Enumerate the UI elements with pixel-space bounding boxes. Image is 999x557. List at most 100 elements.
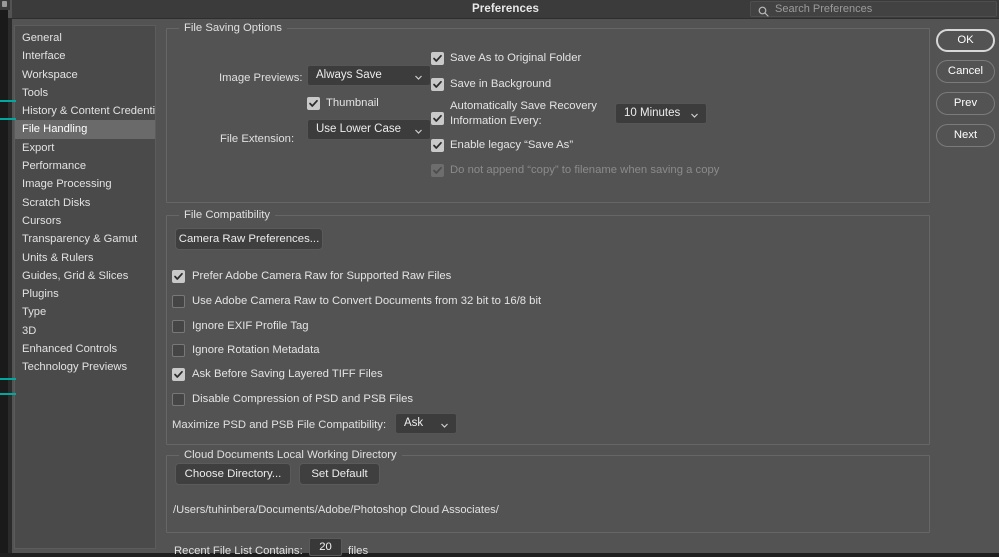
- checkbox-no-copy-suffix: [431, 164, 444, 177]
- camera-raw-preferences-button[interactable]: Camera Raw Preferences...: [175, 228, 323, 250]
- label-ignore-exif: Ignore EXIF Profile Tag: [192, 320, 309, 333]
- checkbox-enable-legacy-save-as[interactable]: [431, 139, 444, 152]
- dialog-actions: OK Cancel Prev Next: [934, 20, 999, 553]
- search-icon: [758, 4, 769, 15]
- checkbox-thumbnail[interactable]: [307, 97, 320, 110]
- label-recent-file-list: Recent File List Contains:: [174, 545, 303, 557]
- checkbox-save-in-background[interactable]: [431, 78, 444, 91]
- checkbox-save-as-original-folder[interactable]: [431, 52, 444, 65]
- checkbox-prefer-camera-raw[interactable]: [172, 270, 185, 283]
- sidebar-item-transparency-gamut[interactable]: Transparency & Gamut: [15, 230, 155, 248]
- label-image-previews: Image Previews:: [219, 72, 303, 84]
- next-button[interactable]: Next: [936, 124, 995, 147]
- label-ignore-rotation: Ignore Rotation Metadata: [192, 344, 320, 357]
- label-save-in-background: Save in Background: [450, 78, 551, 91]
- sidebar-item-label: Interface: [22, 50, 66, 62]
- category-items: General Interface Workspace Tools History & …: [15, 26, 155, 377]
- sidebar-item-label: Workspace: [22, 69, 78, 81]
- sidebar-item-label: Guides, Grid & Slices: [22, 270, 128, 282]
- label-disable-compression: Disable Compression of PSD and PSB Files: [192, 393, 413, 406]
- checkbox-autosave-recovery[interactable]: [431, 112, 444, 125]
- select-image-previews[interactable]: Always Save: [307, 65, 431, 86]
- sidebar-item-enhanced-controls[interactable]: Enhanced Controls: [15, 340, 155, 358]
- sidebar-item-image-processing[interactable]: Image Processing: [15, 175, 155, 193]
- checkbox-convert-32bit[interactable]: [172, 295, 185, 308]
- cloud-working-directory-path: /Users/tuhinbera/Documents/Adobe/Photosh…: [173, 504, 499, 516]
- sidebar-item-history-content-credentials[interactable]: History & Content Credentials: [15, 102, 155, 120]
- sidebar-item-label: Export: [22, 142, 54, 154]
- label-autosave-recovery-line1: Automatically Save Recovery: [450, 99, 597, 113]
- checkbox-ask-layered-tiff[interactable]: [172, 368, 185, 381]
- app-edge-strip-inner: [8, 18, 12, 553]
- preferences-content: File Saving Options Image Previews: Alwa…: [162, 20, 934, 553]
- sidebar-item-label: Transparency & Gamut: [22, 233, 137, 245]
- app-edge-strip: [0, 0, 8, 553]
- select-maximize-compatibility[interactable]: Ask: [395, 413, 457, 434]
- sidebar-item-type[interactable]: Type: [15, 303, 155, 321]
- label-no-copy-suffix: Do not append “copy” to filename when sa…: [450, 164, 719, 177]
- sidebar-item-technology-previews[interactable]: Technology Previews: [15, 358, 155, 376]
- group-title-file-saving: File Saving Options: [179, 21, 287, 35]
- choose-directory-button[interactable]: Choose Directory...: [175, 463, 291, 485]
- label-file-extension: File Extension:: [220, 133, 294, 145]
- label-autosave-recovery-line2: Information Every:: [450, 114, 542, 128]
- sidebar-item-label: Enhanced Controls: [22, 343, 117, 355]
- search-placeholder-text: Search Preferences: [775, 2, 872, 16]
- sidebar-item-export[interactable]: Export: [15, 139, 155, 157]
- chevron-down-icon: [414, 70, 423, 79]
- checkbox-ignore-exif[interactable]: [172, 320, 185, 333]
- label-enable-legacy-save-as: Enable legacy “Save As”: [450, 139, 573, 152]
- select-autosave-interval[interactable]: 10 Minutes: [615, 103, 707, 124]
- sidebar-item-label: Image Processing: [22, 178, 112, 190]
- label-maximize-compatibility: Maximize PSD and PSB File Compatibility:: [172, 419, 386, 431]
- sidebar-item-label: Performance: [22, 160, 86, 172]
- sidebar-item-label: Tools: [22, 87, 48, 99]
- sidebar-item-performance[interactable]: Performance: [15, 157, 155, 175]
- sidebar-item-label: Plugins: [22, 288, 59, 300]
- sidebar-item-cursors[interactable]: Cursors: [15, 212, 155, 230]
- sidebar-item-label: General: [22, 32, 62, 44]
- select-file-extension[interactable]: Use Lower Case: [307, 119, 431, 140]
- label-ask-layered-tiff: Ask Before Saving Layered TIFF Files: [192, 368, 383, 381]
- sidebar-item-label: History & Content Credentials: [22, 105, 155, 117]
- group-title-cloud-documents: Cloud Documents Local Working Directory: [179, 448, 402, 462]
- sidebar-item-scratch-disks[interactable]: Scratch Disks: [15, 194, 155, 212]
- label-recent-file-suffix: files: [348, 545, 368, 557]
- set-default-button[interactable]: Set Default: [299, 463, 380, 485]
- sidebar-item-workspace[interactable]: Workspace: [15, 66, 155, 84]
- ok-button[interactable]: OK: [936, 29, 995, 52]
- sidebar-item-file-handling[interactable]: File Handling: [15, 120, 155, 138]
- accent-line-top-1: [0, 100, 16, 102]
- preferences-dialog: Preferences Search Preferences General In…: [0, 0, 999, 553]
- sidebar-item-interface[interactable]: Interface: [15, 47, 155, 65]
- prev-button[interactable]: Prev: [936, 92, 995, 115]
- sidebar-item-units-rulers[interactable]: Units & Rulers: [15, 249, 155, 267]
- checkbox-ignore-rotation[interactable]: [172, 344, 185, 357]
- sidebar-item-label: Technology Previews: [22, 361, 127, 373]
- sidebar-item-plugins[interactable]: Plugins: [15, 285, 155, 303]
- accent-line-top-2: [0, 118, 16, 120]
- search-preferences-field[interactable]: Search Preferences: [750, 1, 997, 17]
- select-autosave-interval-value: 10 Minutes: [624, 107, 680, 119]
- select-file-extension-value: Use Lower Case: [316, 123, 401, 135]
- label-prefer-camera-raw: Prefer Adobe Camera Raw for Supported Ra…: [192, 270, 451, 283]
- sidebar-item-guides-grid-slices[interactable]: Guides, Grid & Slices: [15, 267, 155, 285]
- sidebar-item-tools[interactable]: Tools: [15, 84, 155, 102]
- recent-file-count-input[interactable]: 20: [309, 538, 342, 556]
- chevron-down-icon: [440, 418, 449, 427]
- sidebar-item-label: 3D: [22, 325, 36, 337]
- select-image-previews-value: Always Save: [316, 69, 382, 81]
- accent-line-bottom-1: [0, 378, 16, 380]
- cancel-button[interactable]: Cancel: [936, 60, 995, 83]
- sidebar-item-general[interactable]: General: [15, 29, 155, 47]
- preferences-category-list: General Interface Workspace Tools History & …: [14, 25, 156, 549]
- accent-line-bottom-2: [0, 393, 16, 395]
- sidebar-item-label: File Handling: [22, 123, 87, 135]
- chevron-down-icon: [690, 108, 699, 117]
- sidebar-item-label: Cursors: [22, 215, 61, 227]
- chevron-down-icon: [414, 124, 423, 133]
- checkbox-disable-compression[interactable]: [172, 393, 185, 406]
- title-bar: Preferences Search Preferences: [12, 0, 999, 19]
- window-control-dot[interactable]: [2, 1, 7, 7]
- sidebar-item-3d[interactable]: 3D: [15, 322, 155, 340]
